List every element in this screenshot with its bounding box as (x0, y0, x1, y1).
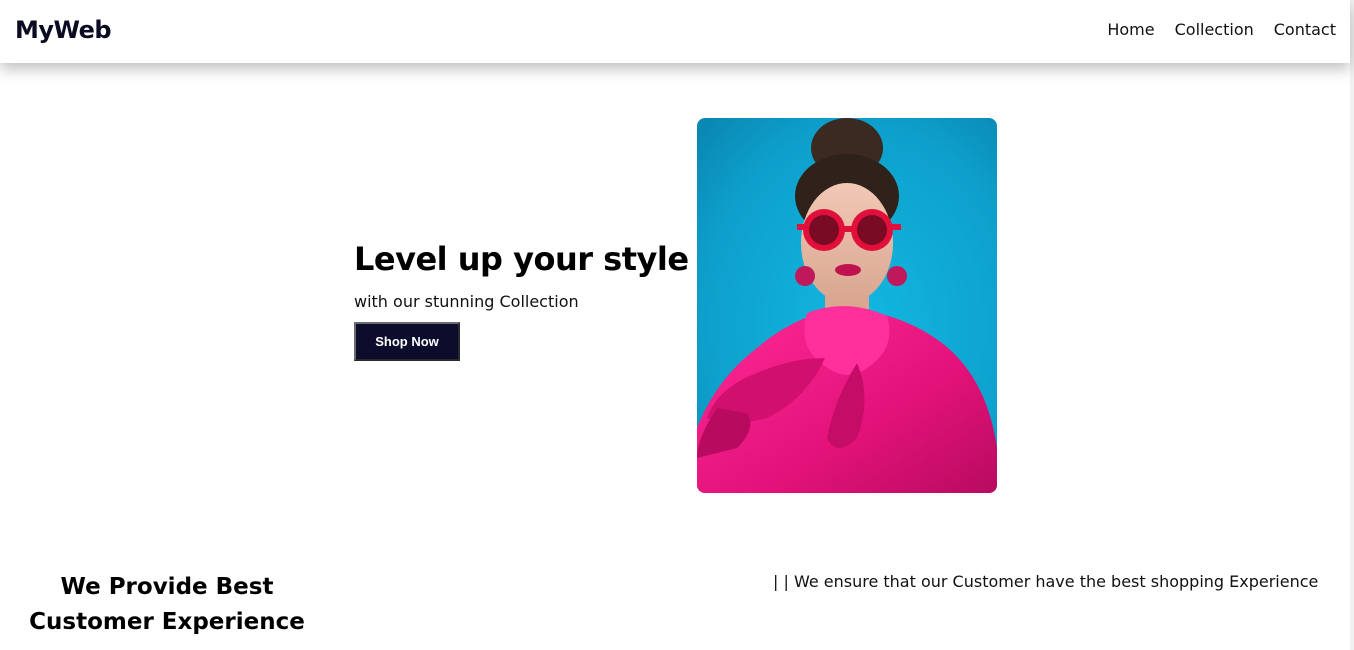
nav-link-home[interactable]: Home (1107, 20, 1154, 39)
nav-link-contact[interactable]: Contact (1274, 20, 1336, 39)
hero-title: Level up your style (354, 240, 689, 278)
hero-image (697, 118, 997, 493)
experience-text: | | We ensure that our Customer have the… (773, 572, 1319, 591)
scrollbar[interactable] (1350, 0, 1354, 650)
navbar: MyWeb Home Collection Contact (0, 0, 1350, 63)
experience-heading: We Provide Best Customer Experience (29, 574, 305, 635)
brand-logo[interactable]: MyWeb (15, 16, 112, 44)
fashion-model-image (697, 118, 997, 493)
hero-text: Level up your style with our stunning Co… (354, 240, 689, 361)
shop-now-button[interactable]: Shop Now (354, 322, 460, 361)
hero-subtitle: with our stunning Collection (354, 292, 579, 311)
nav-link-collection[interactable]: Collection (1175, 20, 1254, 39)
nav-links: Home Collection Contact (1107, 20, 1336, 39)
